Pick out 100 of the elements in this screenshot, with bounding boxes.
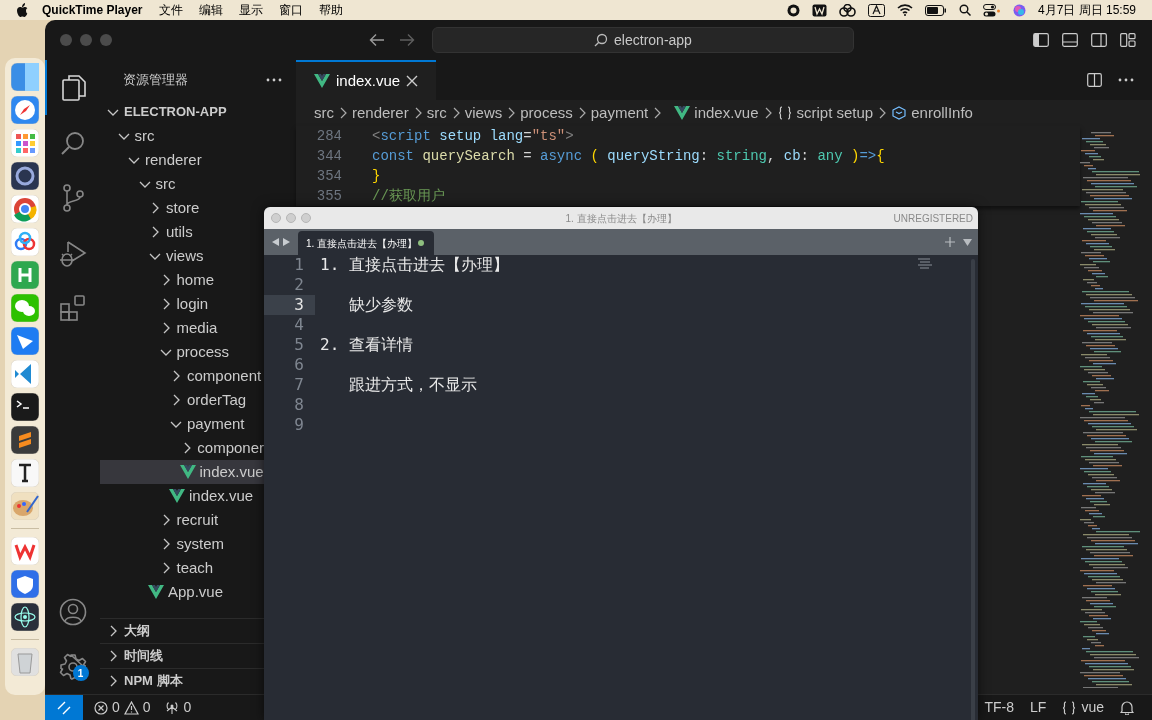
tree-item[interactable]: index.vue <box>100 484 264 508</box>
run-debug-icon[interactable] <box>58 238 87 267</box>
tree-item[interactable]: system <box>100 532 264 556</box>
terminal-app-icon[interactable] <box>11 393 39 421</box>
breadcrumb-item[interactable]: views <box>464 101 503 125</box>
text-line: 跟进方式，不显示 <box>347 374 477 396</box>
tree-item[interactable]: recruit <box>100 508 264 532</box>
back-arrow-icon[interactable] <box>369 33 385 47</box>
tab-left-arrow-icon[interactable] <box>272 238 279 246</box>
new-tab-plus-icon[interactable] <box>945 237 955 247</box>
tree-item[interactable]: process <box>100 340 264 364</box>
search-icon[interactable] <box>958 4 971 16</box>
breadcrumb-item[interactable]: src <box>314 101 334 125</box>
breadcrumb-item[interactable]: script setup <box>776 101 874 125</box>
apple-logo-icon[interactable] <box>16 3 28 17</box>
tree-item[interactable]: src <box>100 124 264 148</box>
input-source-icon[interactable] <box>867 3 885 17</box>
vue-file-icon <box>148 584 164 600</box>
more-actions-icon[interactable] <box>266 78 282 82</box>
line-ending-status[interactable]: LF <box>1030 697 1047 718</box>
braces-icon <box>1062 700 1077 715</box>
editor-tab[interactable]: index.vue <box>296 60 436 100</box>
notification-badge: 1 <box>72 665 89 681</box>
palette-app-icon[interactable] <box>11 492 39 520</box>
tree-item[interactable]: App.vue <box>100 580 264 604</box>
split-editor-icon[interactable] <box>1087 73 1102 87</box>
tree-item[interactable]: renderer <box>100 148 264 172</box>
account-icon[interactable] <box>58 597 87 626</box>
tree-item[interactable]: orderTag <box>100 388 264 412</box>
bird-app-icon[interactable] <box>11 327 39 355</box>
browser-app-icon[interactable] <box>11 195 39 223</box>
line-number: 2 <box>293 275 305 295</box>
forward-arrow-icon[interactable] <box>399 33 415 47</box>
w-app-icon[interactable] <box>811 3 827 17</box>
tree-item[interactable]: home <box>100 268 264 292</box>
tree-item[interactable]: ELECTRON-APP <box>100 100 264 124</box>
vue-file-icon <box>179 464 196 480</box>
app-name-menu[interactable]: QuickTime Player <box>42 1 143 19</box>
extensions-icon[interactable] <box>58 293 87 322</box>
menu-item[interactable]: 文件 <box>158 1 183 19</box>
menu-item[interactable]: 帮助 <box>318 1 343 19</box>
rings-icon[interactable] <box>838 3 856 17</box>
antenna-icon <box>164 700 179 715</box>
breadcrumb-item[interactable]: enrollInfo <box>891 101 973 125</box>
tree-item[interactable]: login <box>100 292 264 316</box>
tab-right-arrow-icon[interactable] <box>283 238 290 246</box>
compass-app-icon[interactable] <box>11 96 39 124</box>
toggle-panel-icon[interactable] <box>1062 33 1078 47</box>
command-center-search[interactable]: electron-app <box>432 27 854 53</box>
tree-item[interactable]: store <box>100 196 264 220</box>
tree-item[interactable]: componer <box>100 436 264 460</box>
text-editor-app-icon[interactable] <box>11 426 39 454</box>
cloud-app-icon[interactable] <box>11 228 39 256</box>
typewriter-app-icon[interactable] <box>11 459 39 487</box>
control-center-icon[interactable] <box>982 3 1001 17</box>
files-icon[interactable] <box>60 73 87 102</box>
tree-item[interactable]: views <box>100 244 264 268</box>
bell-icon[interactable] <box>1120 700 1134 715</box>
menu-bar-clock[interactable]: 4月7日 周日 15:59 <box>1037 1 1136 19</box>
tree-item[interactable]: src <box>100 172 264 196</box>
source-control-icon[interactable] <box>60 183 85 212</box>
code-editor-app-icon[interactable] <box>11 360 39 388</box>
breadcrumb-item[interactable]: index.vue <box>674 101 759 125</box>
menu-item[interactable]: 窗口 <box>278 1 303 19</box>
registration-status: UNREGISTERED <box>893 211 974 226</box>
tab-list-dropdown-icon[interactable] <box>963 238 972 246</box>
close-icon[interactable] <box>406 75 419 87</box>
breadcrumb-item[interactable]: payment <box>590 101 649 125</box>
tree-item[interactable]: teach <box>100 556 264 580</box>
atom-app-icon[interactable] <box>11 603 39 631</box>
line-number: 284 <box>315 126 342 146</box>
menu-item[interactable]: 编辑 <box>198 1 223 19</box>
document-tab[interactable]: 1. 直接点击进去【办理】 <box>298 231 434 255</box>
office-app-icon[interactable] <box>11 537 39 565</box>
ports-status[interactable]: 0 <box>164 697 192 718</box>
toggle-secondary-sidebar-icon[interactable] <box>1091 33 1107 47</box>
wifi-icon[interactable] <box>896 4 913 16</box>
language-status[interactable]: vue <box>1062 697 1104 718</box>
settings-icon[interactable] <box>58 652 87 681</box>
shield-app-icon[interactable] <box>11 570 39 598</box>
grid-app-icon[interactable] <box>11 129 39 157</box>
customize-layout-icon[interactable] <box>1120 33 1136 47</box>
breadcrumb-item[interactable]: process <box>520 101 573 125</box>
breadcrumb-item[interactable]: renderer <box>352 101 409 125</box>
toggle-primary-sidebar-icon[interactable] <box>1033 33 1049 47</box>
menu-item[interactable]: 显示 <box>238 1 263 19</box>
encoding-status[interactable]: TF-8 <box>984 697 1015 718</box>
problems-status[interactable]: 0 0 <box>94 697 151 718</box>
breadcrumb-item[interactable]: src <box>426 101 447 125</box>
letter-h-app-icon[interactable] <box>11 261 39 289</box>
tree-item[interactable]: index.vue <box>100 460 264 484</box>
tree-item[interactable]: utils <box>100 220 264 244</box>
tree-item[interactable]: payment <box>100 412 264 436</box>
more-actions-icon[interactable] <box>1118 78 1134 82</box>
battery-icon[interactable] <box>924 4 947 16</box>
tree-item[interactable]: media <box>100 316 264 340</box>
line-number: 1 <box>293 255 305 275</box>
record-icon[interactable] <box>786 3 800 17</box>
tree-item[interactable]: component <box>100 364 264 388</box>
chevron-right-icon <box>652 106 663 120</box>
